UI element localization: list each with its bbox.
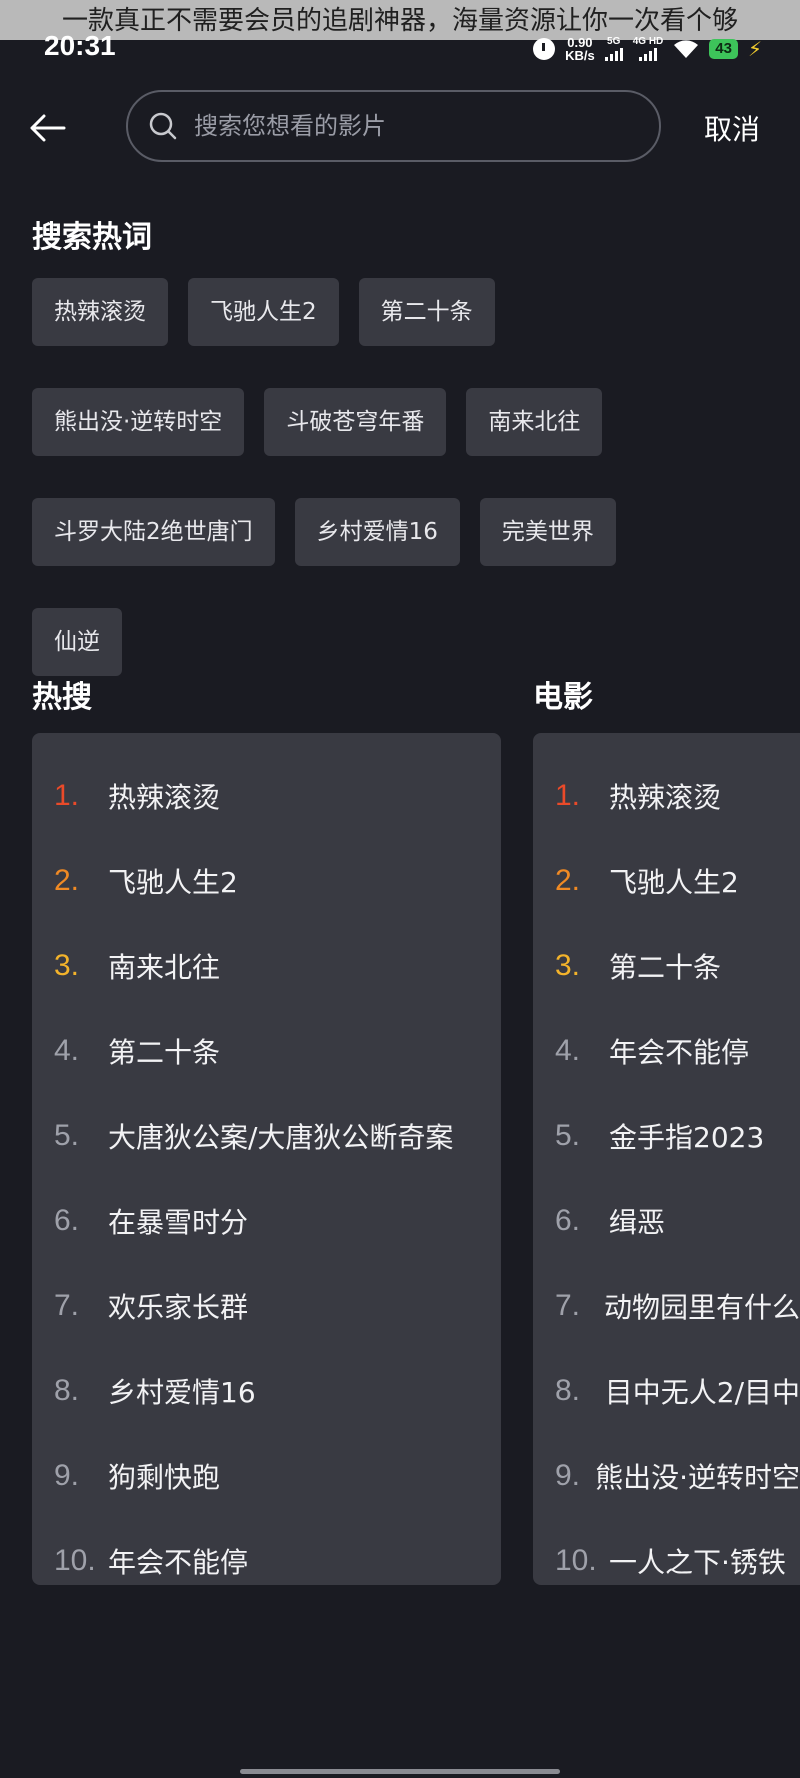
signal-4g: 4G HD (632, 36, 664, 61)
hot-words-list: 热辣滚烫 飞驰人生2 第二十条 熊出没·逆转时空 斗破苍穹年番 南来北往 斗罗大… (32, 278, 772, 676)
hot-search-item[interactable]: 7. 欢乐家长群 (32, 1263, 501, 1348)
hot-search-item[interactable]: 1. 热辣滚烫 (32, 753, 501, 838)
hot-search-title: 热搜 (32, 680, 92, 715)
movies-panel: 1. 热辣滚烫 2. 飞驰人生2 3. 第二十条 4. 年会不能停 5. 金手指2023 … (533, 733, 800, 1585)
ad-banner[interactable]: 一款真正不需要会员的追剧神器，海量资源让你一次看个够 (0, 0, 800, 40)
item-title: 动物园里有什么 (603, 1290, 800, 1324)
movie-item[interactable]: 4. 年会不能停 (533, 1008, 800, 1093)
rank-number: 6. (54, 1203, 80, 1237)
alarm-icon (533, 38, 556, 60)
rank-number: 3. (555, 948, 581, 982)
rank-number: 10. (555, 1543, 597, 1577)
rank-number: 10. (54, 1543, 96, 1577)
item-title: 热辣滚烫 (108, 780, 221, 814)
network-speed-unit: KB/s (565, 48, 595, 63)
rank-number: 9. (54, 1458, 80, 1492)
rank-number: 7. (54, 1288, 80, 1322)
rank-number: 7. (555, 1288, 581, 1322)
item-title: 缉恶 (609, 1205, 666, 1239)
hot-word-chip[interactable]: 热辣滚烫 (32, 278, 168, 346)
rank-number: 4. (54, 1033, 80, 1067)
rank-number: 5. (54, 1118, 80, 1152)
wifi-icon (674, 40, 699, 58)
movie-item[interactable]: 10. 一人之下·锈铁 (533, 1518, 800, 1585)
item-title: 年会不能停 (108, 1545, 249, 1579)
hot-search-item[interactable]: 9. 狗剩快跑 (32, 1433, 501, 1518)
hot-word-chip[interactable]: 斗罗大陆2绝世唐门 (32, 498, 275, 566)
cancel-button[interactable]: 取消 (704, 108, 760, 148)
item-title: 第二十条 (609, 950, 722, 984)
item-title: 金手指2023 (609, 1120, 765, 1154)
movie-item[interactable]: 1. 热辣滚烫 (533, 753, 800, 838)
back-arrow-icon[interactable] (28, 108, 68, 148)
item-title: 在暴雪时分 (108, 1205, 249, 1239)
hot-search-item[interactable]: 10. 年会不能停 (32, 1518, 501, 1585)
item-title: 大唐狄公案/大唐狄公断奇案 (108, 1120, 454, 1154)
signal-bars-icon (604, 47, 623, 61)
hot-word-chip[interactable]: 斗破苍穹年番 (264, 388, 447, 456)
charging-icon: ⚡ (747, 37, 762, 61)
hot-word-chip[interactable]: 乡村爱情16 (294, 498, 460, 566)
rank-number: 3. (54, 948, 80, 982)
movies-title: 电影 (533, 680, 593, 715)
movie-item[interactable]: 9. 熊出没·逆转时空 (533, 1433, 800, 1518)
item-title: 欢乐家长群 (108, 1290, 249, 1324)
hot-word-chip[interactable]: 飞驰人生2 (188, 278, 339, 346)
hot-word-chip[interactable]: 第二十条 (358, 278, 495, 346)
search-box[interactable] (126, 90, 661, 162)
search-icon (149, 112, 177, 140)
signal-bars-icon (638, 47, 657, 61)
rank-number: 1. (555, 778, 581, 812)
item-title: 一人之下·锈铁 (609, 1545, 786, 1579)
item-title: 第二十条 (108, 1035, 221, 1069)
rank-number: 6. (555, 1203, 581, 1237)
hot-search-item[interactable]: 8. 乡村爱情16 (32, 1348, 501, 1433)
hot-word-chip[interactable]: 熊出没·逆转时空 (32, 388, 245, 456)
movie-item[interactable]: 2. 飞驰人生2 (533, 838, 800, 923)
hot-search-item[interactable]: 3. 南来北往 (32, 923, 501, 1008)
item-title: 南来北往 (108, 950, 221, 984)
movie-item[interactable]: 8. 目中无人2/目中 (533, 1348, 800, 1433)
rank-number: 5. (555, 1118, 581, 1152)
rank-number: 1. (54, 778, 80, 812)
hot-words-title: 搜索热词 (32, 220, 152, 255)
item-title: 乡村爱情16 (108, 1375, 256, 1409)
rank-number: 2. (555, 863, 581, 897)
item-title: 狗剩快跑 (108, 1460, 221, 1494)
network-type-5g: 5G (607, 36, 621, 47)
item-title: 飞驰人生2 (609, 865, 739, 899)
rank-number: 8. (54, 1373, 80, 1407)
rank-number: 9. (555, 1458, 581, 1492)
rank-number: 8. (555, 1373, 581, 1407)
battery-icon: 43 (709, 39, 738, 59)
network-type-4g: 4G HD (632, 36, 664, 47)
hot-word-chip[interactable]: 南来北往 (466, 388, 603, 456)
hot-search-item[interactable]: 5. 大唐狄公案/大唐狄公断奇案 (32, 1093, 501, 1178)
status-time: 20:31 (44, 30, 116, 61)
movie-item[interactable]: 3. 第二十条 (533, 923, 800, 1008)
hot-word-chip[interactable]: 仙逆 (32, 608, 122, 676)
hot-word-chip[interactable]: 完美世界 (479, 498, 616, 566)
network-speed: 0.90 KB/s (565, 36, 595, 62)
signal-5g: 5G (604, 36, 623, 61)
rank-number: 4. (555, 1033, 581, 1067)
home-indicator[interactable] (240, 1769, 560, 1774)
hot-search-panel: 1. 热辣滚烫 2. 飞驰人生2 3. 南来北往 4. 第二十条 5. 大唐狄公案/大唐狄… (32, 733, 501, 1585)
movie-item[interactable]: 6. 缉恶 (533, 1178, 800, 1263)
movie-item[interactable]: 7. 动物园里有什么 (533, 1263, 800, 1348)
item-title: 年会不能停 (609, 1035, 750, 1069)
hot-search-item[interactable]: 4. 第二十条 (32, 1008, 501, 1093)
item-title: 热辣滚烫 (609, 780, 722, 814)
hot-search-item[interactable]: 6. 在暴雪时分 (32, 1178, 501, 1263)
item-title: 目中无人2/目中 (604, 1375, 800, 1409)
item-title: 飞驰人生2 (108, 865, 238, 899)
status-icons: 0.90 KB/s 5G 4G HD 43 ⚡ (533, 36, 762, 62)
movie-item[interactable]: 5. 金手指2023 (533, 1093, 800, 1178)
search-input[interactable] (192, 111, 636, 141)
item-title: 熊出没·逆转时空 (595, 1460, 800, 1494)
hot-search-item[interactable]: 2. 飞驰人生2 (32, 838, 501, 923)
rank-number: 2. (54, 863, 80, 897)
